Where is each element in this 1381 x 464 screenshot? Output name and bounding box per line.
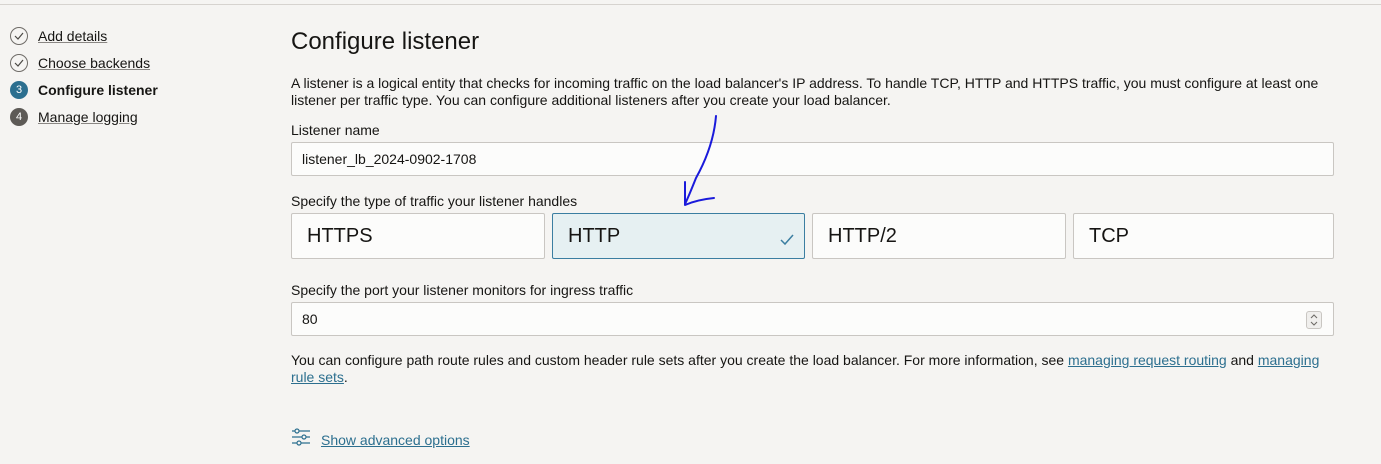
step-choose-backends[interactable]: Choose backends [10,53,150,73]
step-number-badge: 3 [10,81,28,99]
step-label[interactable]: Choose backends [38,55,150,71]
step-configure-listener: 3 Configure listener [10,80,158,100]
traffic-option-http2[interactable]: HTTP/2 [812,213,1066,259]
step-label[interactable]: Manage logging [38,109,138,125]
chevron-up-down-icon[interactable] [1306,311,1322,329]
tile-label: TCP [1089,224,1129,247]
step-label: Configure listener [38,82,158,98]
port-input[interactable] [291,302,1334,336]
traffic-option-tcp[interactable]: TCP [1073,213,1334,259]
step-add-details[interactable]: Add details [10,26,107,46]
traffic-option-https[interactable]: HTTPS [291,213,545,259]
check-circle-icon [10,27,28,45]
page-description: A listener is a logical entity that chec… [291,75,1319,108]
tile-label: HTTPS [307,224,373,247]
info-text: . [343,369,348,385]
annotation-arrow [684,115,717,206]
info-text: You can configure path route rules and c… [291,352,1068,368]
checkmark-icon [780,229,794,252]
routing-info-text: You can configure path route rules and c… [291,352,1336,386]
port-label: Specify the port your listener monitors … [291,282,634,298]
check-circle-icon [10,54,28,72]
listener-name-input[interactable] [291,142,1334,176]
step-manage-logging[interactable]: 4 Manage logging [10,107,138,127]
sliders-icon [291,428,311,451]
step-number-badge: 4 [10,108,28,126]
tile-label: HTTP [568,224,621,247]
show-advanced-options[interactable]: Show advanced options [291,428,470,451]
managing-request-routing-link[interactable]: managing request routing [1068,352,1227,368]
tile-label: HTTP/2 [828,224,897,247]
top-divider [0,4,1381,5]
step-label[interactable]: Add details [38,28,107,44]
show-advanced-options-link[interactable]: Show advanced options [321,432,470,448]
traffic-type-label: Specify the type of traffic your listene… [291,193,578,209]
traffic-option-http[interactable]: HTTP [552,213,805,259]
listener-name-label: Listener name [291,122,380,138]
info-text: and [1226,352,1258,368]
page-title: Configure listener [291,28,480,55]
